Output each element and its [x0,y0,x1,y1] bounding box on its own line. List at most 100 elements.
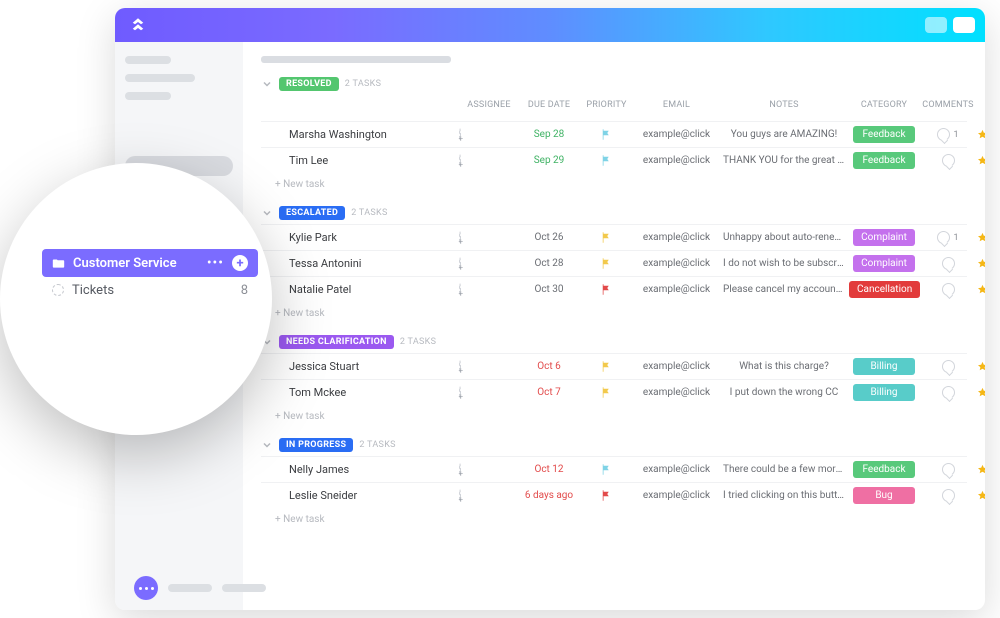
group-status-pill[interactable]: RESOLVED [279,77,339,91]
col-notes[interactable]: NOTES [719,100,849,110]
folder-more-icon[interactable]: ••• [207,255,224,271]
satisfaction-stars[interactable] [977,387,985,398]
new-task-button[interactable]: + New task [261,302,967,319]
due-date[interactable]: 6 days ago [519,490,579,501]
task-row[interactable]: Tessa Antonini Oct 28 example@click I do… [261,250,967,276]
category-badge[interactable]: Complaint [853,229,915,246]
due-date[interactable]: Oct 30 [519,284,579,295]
chevron-down-icon[interactable] [261,78,273,90]
category-badge[interactable]: Feedback [853,126,915,143]
assignee-avatar[interactable] [459,257,461,270]
chevron-down-icon[interactable] [261,439,273,451]
notes-cell: Unhappy about auto-renewal [719,232,849,243]
category-badge[interactable]: Feedback [853,152,915,169]
priority-flag-icon[interactable] [602,258,611,269]
due-date[interactable]: Oct 7 [519,387,579,398]
due-date[interactable]: Sep 28 [519,129,579,140]
folder-add-button[interactable]: + [232,255,248,271]
col-category[interactable]: CATEGORY [849,100,919,110]
task-name[interactable]: Jessica Stuart [289,360,459,373]
satisfaction-stars[interactable] [977,464,985,475]
due-date[interactable]: Oct 28 [519,258,579,269]
task-row[interactable]: Natalie Patel Oct 30 example@click Pleas… [261,276,967,302]
col-assignee[interactable]: ASSIGNEE [459,100,519,110]
priority-flag-icon[interactable] [602,232,611,243]
satisfaction-stars[interactable] [977,258,985,269]
group-status-pill[interactable]: IN PROGRESS [279,438,353,452]
new-task-button[interactable]: + New task [261,173,967,190]
due-date[interactable]: Oct 12 [519,464,579,475]
priority-flag-icon[interactable] [602,490,611,501]
list-label: Tickets [72,283,114,298]
task-row[interactable]: Marsha Washington Sep 28 example@click Y… [261,121,967,147]
priority-flag-icon[interactable] [602,361,611,372]
new-task-button[interactable]: + New task [261,508,967,525]
task-row[interactable]: Kylie Park Oct 26 example@click Unhappy … [261,224,967,250]
task-name[interactable]: Natalie Patel [289,283,459,296]
task-name[interactable]: Marsha Washington [289,128,459,141]
comment-icon[interactable] [942,463,955,476]
due-date[interactable]: Oct 26 [519,232,579,243]
assignee-avatar[interactable] [459,386,461,399]
comment-icon[interactable] [942,283,955,296]
task-row[interactable]: Nelly James Oct 12 example@click There c… [261,456,967,482]
category-badge[interactable]: Feedback [853,461,915,478]
col-email[interactable]: EMAIL [634,100,719,110]
task-name[interactable]: Tom Mckee [289,386,459,399]
task-row[interactable]: Leslie Sneider 6 days ago example@click … [261,482,967,508]
priority-flag-icon[interactable] [602,129,611,140]
satisfaction-stars[interactable] [977,129,985,140]
col-satisfaction[interactable]: SATISFACTION LEVEL [977,95,985,115]
priority-flag-icon[interactable] [602,155,611,166]
task-name[interactable]: Kylie Park [289,231,459,244]
assignee-avatar[interactable] [459,360,461,373]
assignee-avatar[interactable] [459,128,461,141]
category-badge[interactable]: Bug [853,487,915,504]
satisfaction-stars[interactable] [977,232,985,243]
sidebar-folder-customer-service[interactable]: Customer Service ••• + [42,249,258,277]
assignee-avatar[interactable] [459,283,461,296]
assignee-avatar[interactable] [459,231,461,244]
topbar-toggle-b[interactable] [953,17,975,33]
due-date[interactable]: Sep 29 [519,155,579,166]
comment-icon[interactable] [937,128,950,141]
assignee-avatar[interactable] [459,463,461,476]
col-priority[interactable]: PRIORITY [579,100,634,110]
priority-flag-icon[interactable] [602,387,611,398]
assignee-avatar[interactable] [459,489,461,502]
col-due[interactable]: DUE DATE [519,100,579,110]
comment-icon[interactable] [942,489,955,502]
priority-flag-icon[interactable] [602,464,611,475]
task-name[interactable]: Leslie Sneider [289,489,459,502]
satisfaction-stars[interactable] [977,361,985,372]
comment-icon[interactable] [942,386,955,399]
category-badge[interactable]: Complaint [853,255,915,272]
category-badge[interactable]: Cancellation [849,281,920,298]
comment-icon[interactable] [942,360,955,373]
task-row[interactable]: Tom Mckee Oct 7 example@click I put down… [261,379,967,405]
satisfaction-stars[interactable] [977,490,985,501]
col-comments[interactable]: COMMENTS [919,100,977,110]
topbar-toggle-a[interactable] [925,17,947,33]
sidebar-list-tickets[interactable]: Tickets 8 [42,277,258,303]
satisfaction-stars[interactable] [977,284,985,295]
category-badge[interactable]: Billing [853,384,915,401]
comment-icon[interactable] [937,231,950,244]
due-date[interactable]: Oct 6 [519,361,579,372]
category-badge[interactable]: Billing [853,358,915,375]
group-status-pill[interactable]: ESCALATED [279,206,345,220]
task-row[interactable]: Jessica Stuart Oct 6 example@click What … [261,353,967,379]
assignee-avatar[interactable] [459,154,461,167]
chevron-down-icon[interactable] [261,207,273,219]
comment-icon[interactable] [942,257,955,270]
priority-flag-icon[interactable] [602,284,611,295]
task-name[interactable]: Tim Lee [289,154,459,167]
satisfaction-stars[interactable] [977,155,985,166]
task-name[interactable]: Nelly James [289,463,459,476]
comment-icon[interactable] [942,154,955,167]
task-row[interactable]: Tim Lee Sep 29 example@click THANK YOU f… [261,147,967,173]
new-task-button[interactable]: + New task [261,405,967,422]
group-status-pill[interactable]: NEEDS CLARIFICATION [279,335,394,349]
task-name[interactable]: Tessa Antonini [289,257,459,270]
chat-button[interactable] [134,576,158,600]
